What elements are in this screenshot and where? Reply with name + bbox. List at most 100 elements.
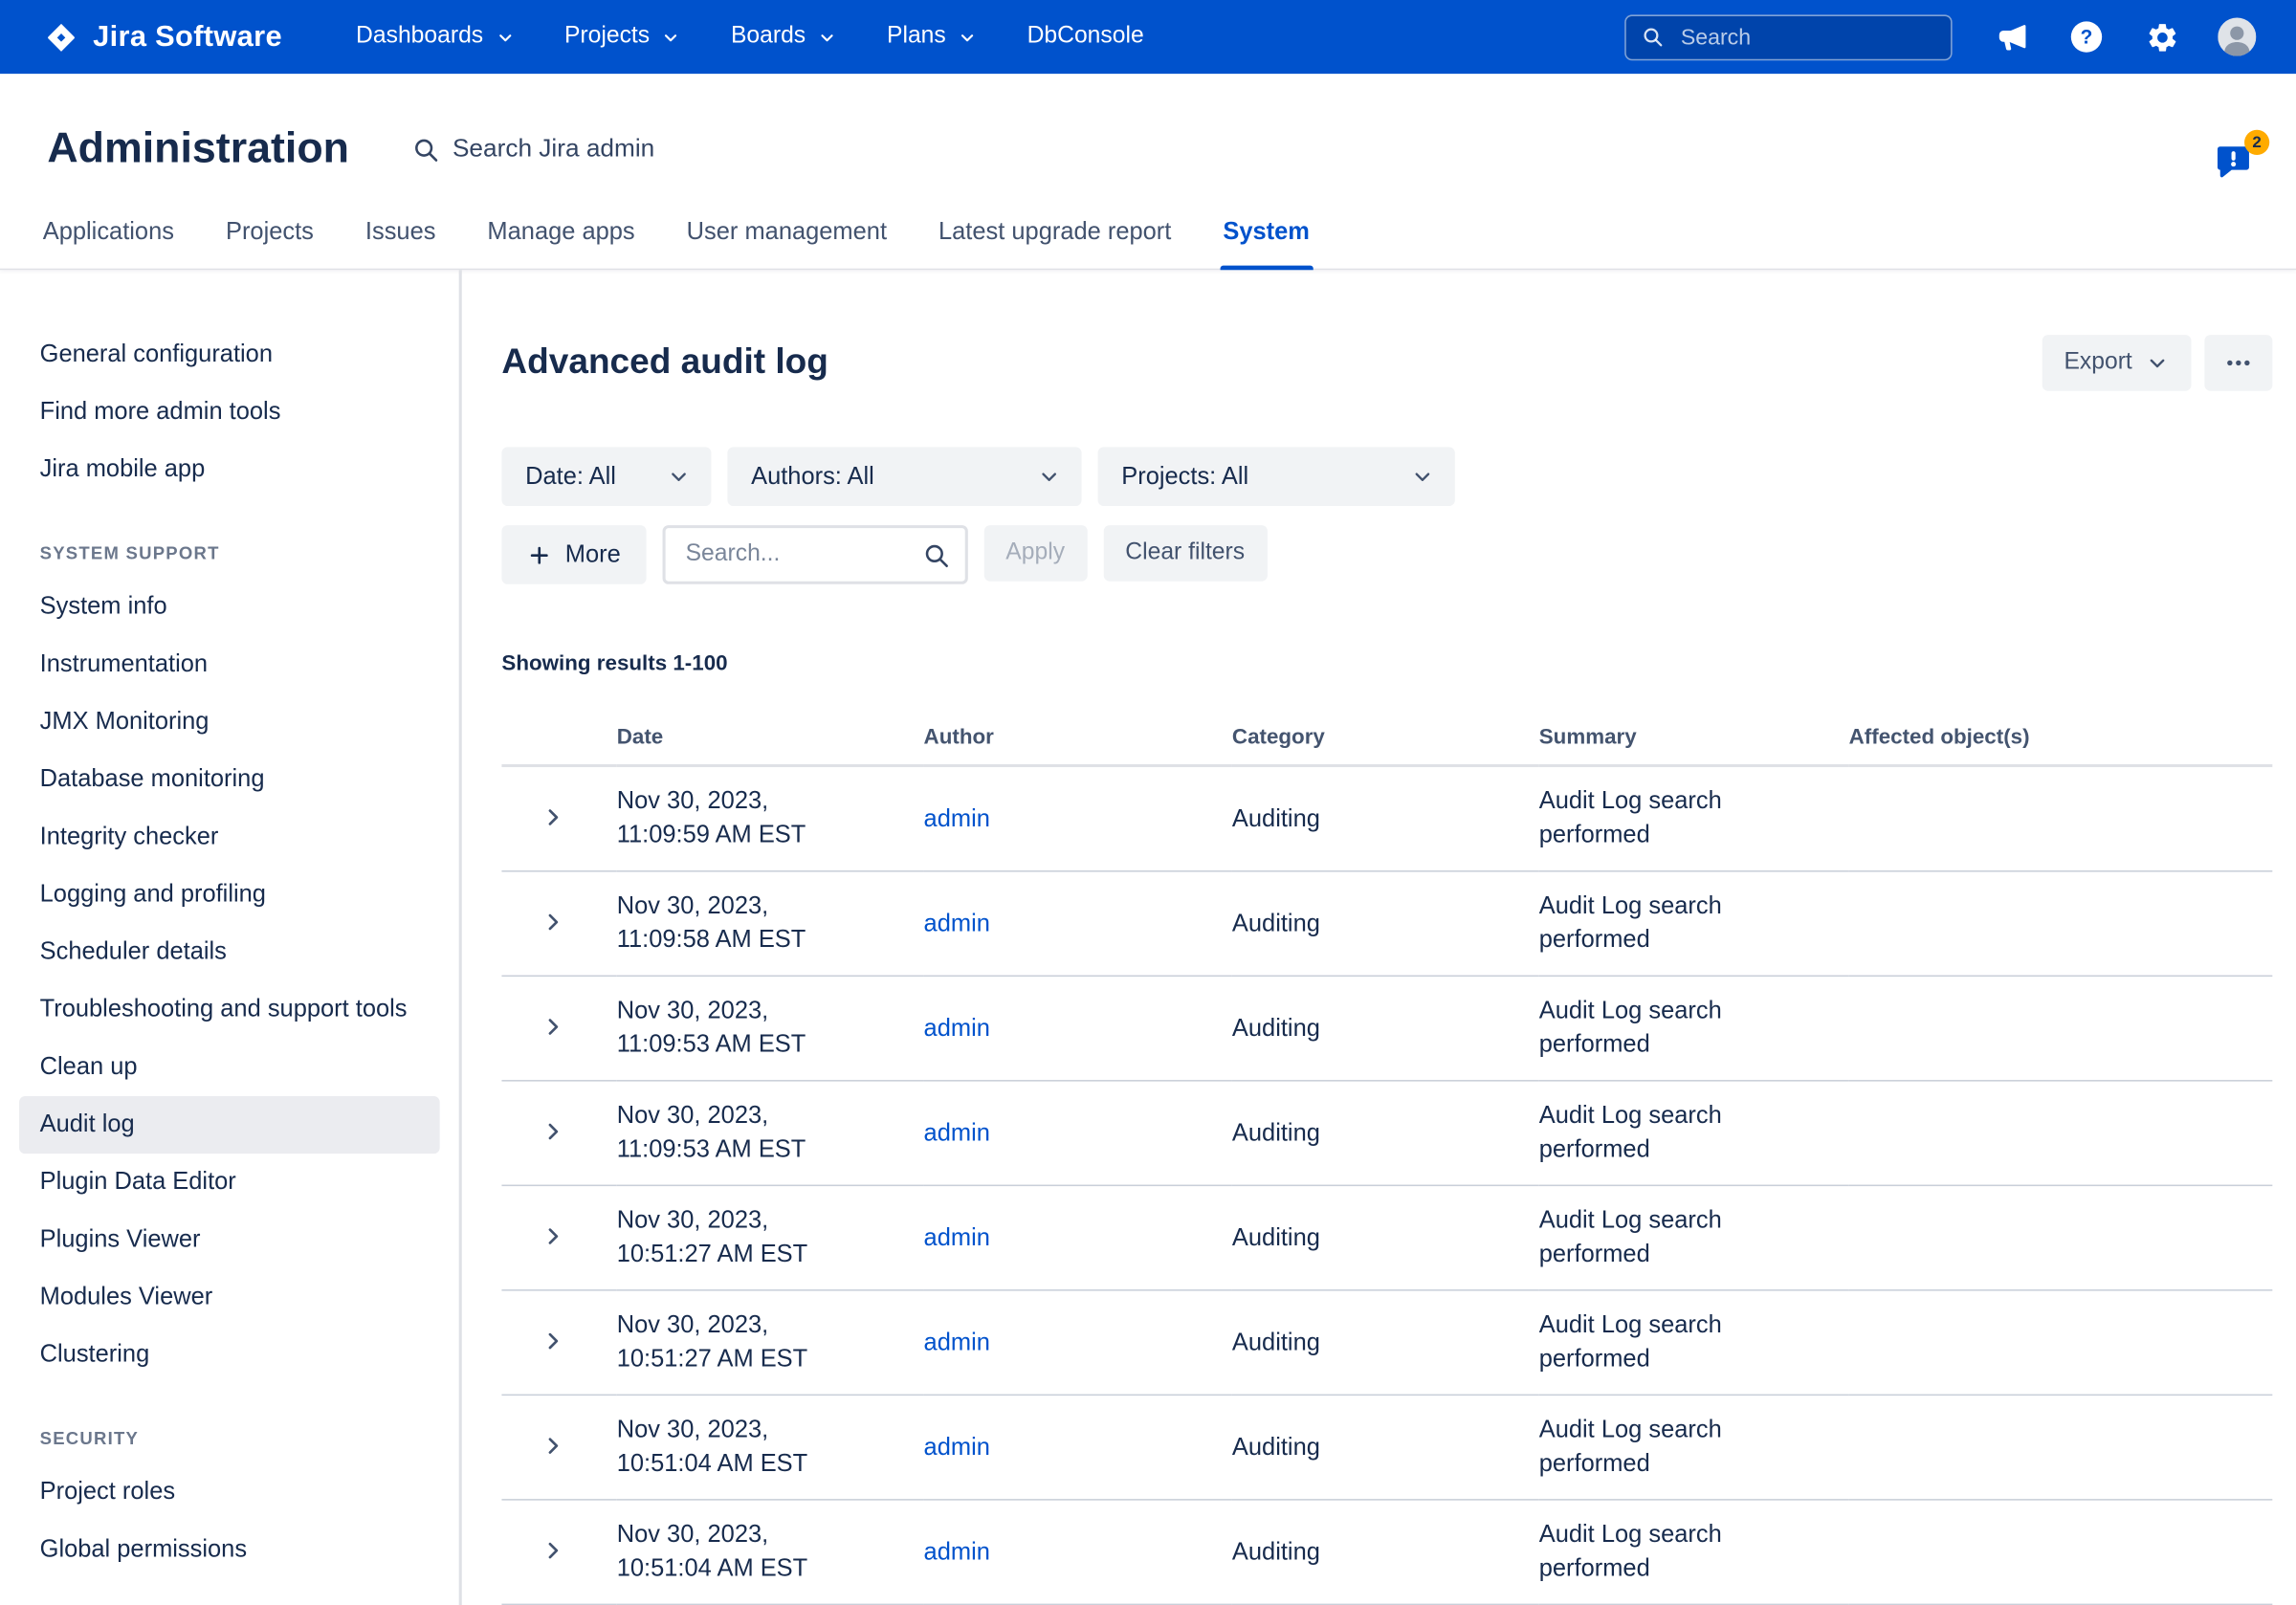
log-category: Auditing xyxy=(1232,1500,1539,1605)
table-row: Nov 30, 2023, 11:09:53 AM EST admin Audi… xyxy=(501,976,2272,1081)
tab-projects[interactable]: Projects xyxy=(223,218,317,268)
log-affected-objects xyxy=(1849,1081,2273,1186)
nav-plans[interactable]: Plans xyxy=(887,24,977,51)
export-button[interactable]: Export xyxy=(2042,335,2191,391)
author-link[interactable]: admin xyxy=(924,804,990,831)
admin-header: Administration Search Jira admin 2 xyxy=(0,74,2296,174)
brand-name: Jira Software xyxy=(93,20,282,54)
apply-button[interactable]: Apply xyxy=(983,525,1087,582)
log-category: Auditing xyxy=(1232,766,1539,871)
expand-row-button[interactable] xyxy=(531,1111,575,1150)
clear-filters-button[interactable]: Clear filters xyxy=(1103,525,1267,582)
chevron-down-icon xyxy=(958,28,977,47)
tab-latest-upgrade-report[interactable]: Latest upgrade report xyxy=(936,218,1175,268)
table-row: Nov 30, 2023, 10:51:04 AM EST admin Audi… xyxy=(501,1500,2272,1605)
nav-dbconsole[interactable]: DbConsole xyxy=(1027,24,1144,51)
audit-search[interactable] xyxy=(662,525,967,584)
chevron-right-icon xyxy=(541,1222,567,1249)
author-link[interactable]: admin xyxy=(924,1119,990,1146)
global-search[interactable] xyxy=(1624,14,1952,60)
sidebar-item-instrumentation[interactable]: Instrumentation xyxy=(19,636,440,693)
log-date: Nov 30, 2023, 11:09:59 AM EST xyxy=(617,785,868,853)
log-category: Auditing xyxy=(1232,1081,1539,1186)
sidebar-item-jmx-monitoring[interactable]: JMX Monitoring xyxy=(19,693,440,751)
audit-search-input[interactable] xyxy=(683,540,914,570)
date-filter[interactable]: Date: All xyxy=(501,447,711,506)
global-search-input[interactable] xyxy=(1678,23,1936,51)
nav-dashboards[interactable]: Dashboards xyxy=(356,24,514,51)
author-link[interactable]: admin xyxy=(924,1329,990,1355)
more-filters-label: More xyxy=(565,540,621,568)
more-options-button[interactable] xyxy=(2204,335,2272,391)
nav-projects[interactable]: Projects xyxy=(564,24,681,51)
search-icon xyxy=(1641,25,1665,49)
page-title: Administration xyxy=(47,124,349,174)
column-summary: Summary xyxy=(1539,717,1849,766)
expand-row-button[interactable] xyxy=(531,1426,575,1464)
sidebar-item-jira-mobile-app[interactable]: Jira mobile app xyxy=(19,441,440,498)
sidebar-item-database-monitoring[interactable]: Database monitoring xyxy=(19,751,440,808)
author-link[interactable]: admin xyxy=(924,1433,990,1460)
sidebar-item-plugins-viewer[interactable]: Plugins Viewer xyxy=(19,1211,440,1268)
expand-row-button[interactable] xyxy=(531,798,575,836)
chevron-down-icon xyxy=(1411,465,1435,489)
jira-brand[interactable]: Jira Software xyxy=(44,20,282,54)
expand-row-button[interactable] xyxy=(531,902,575,940)
nav-boards[interactable]: Boards xyxy=(731,24,837,51)
nav-label: Dashboards xyxy=(356,24,483,51)
content-title: Advanced audit log xyxy=(501,341,828,385)
chevron-down-icon xyxy=(2146,351,2170,375)
projects-filter[interactable]: Projects: All xyxy=(1098,447,1455,506)
sidebar-item-audit-log[interactable]: Audit log xyxy=(19,1096,440,1154)
sidebar-item-modules-viewer[interactable]: Modules Viewer xyxy=(19,1268,440,1326)
tab-applications[interactable]: Applications xyxy=(40,218,177,268)
jira-logo-icon xyxy=(44,20,77,54)
sidebar-item-integrity-checker[interactable]: Integrity checker xyxy=(19,808,440,866)
nav-label: Boards xyxy=(731,24,806,51)
admin-search-label: Search Jira admin xyxy=(453,134,654,164)
sidebar-item-clustering[interactable]: Clustering xyxy=(19,1327,440,1384)
announcement-megaphone-icon[interactable] xyxy=(1991,16,2032,57)
log-category: Auditing xyxy=(1232,976,1539,1081)
tab-issues[interactable]: Issues xyxy=(363,218,439,268)
tab-user-management[interactable]: User management xyxy=(684,218,891,268)
expand-row-button[interactable] xyxy=(531,1530,575,1569)
sidebar-item-clean-up[interactable]: Clean up xyxy=(19,1039,440,1096)
sidebar-item-logging-and-profiling[interactable]: Logging and profiling xyxy=(19,866,440,923)
more-filters-button[interactable]: More xyxy=(501,525,646,584)
expand-row-button[interactable] xyxy=(531,1007,575,1045)
chevron-right-icon xyxy=(541,803,567,830)
expand-row-button[interactable] xyxy=(531,1321,575,1359)
results-summary: Showing results 1-100 xyxy=(501,652,2272,676)
user-avatar[interactable] xyxy=(2217,16,2258,57)
author-link[interactable]: admin xyxy=(924,1014,990,1041)
plus-icon xyxy=(527,542,552,567)
admin-search[interactable]: Search Jira admin xyxy=(411,134,655,164)
sidebar-item-plugin-data-editor[interactable]: Plugin Data Editor xyxy=(19,1154,440,1211)
tab-manage-apps[interactable]: Manage apps xyxy=(484,218,637,268)
settings-gear-icon[interactable] xyxy=(2141,16,2182,57)
sidebar-item-general-configuration[interactable]: General configuration xyxy=(19,326,440,384)
expand-row-button[interactable] xyxy=(531,1217,575,1255)
nav-label: DbConsole xyxy=(1027,24,1144,51)
sidebar-item-project-roles[interactable]: Project roles xyxy=(19,1463,440,1521)
tab-system[interactable]: System xyxy=(1220,218,1313,268)
sidebar-item-scheduler-details[interactable]: Scheduler details xyxy=(19,924,440,981)
table-row: Nov 30, 2023, 11:09:53 AM EST admin Audi… xyxy=(501,1081,2272,1186)
author-link[interactable]: admin xyxy=(924,910,990,936)
chevron-right-icon xyxy=(541,1432,567,1459)
sidebar-item-troubleshooting-support-tools[interactable]: Troubleshooting and support tools xyxy=(19,981,440,1039)
sidebar-item-global-permissions[interactable]: Global permissions xyxy=(19,1521,440,1578)
help-icon[interactable]: ? xyxy=(2065,16,2107,57)
nav-label: Projects xyxy=(564,24,650,51)
author-link[interactable]: admin xyxy=(924,1223,990,1250)
column-author: Author xyxy=(924,717,1232,766)
feedback-button[interactable]: 2 xyxy=(2214,142,2258,186)
author-link[interactable]: admin xyxy=(924,1538,990,1565)
nav-label: Plans xyxy=(887,24,946,51)
authors-filter[interactable]: Authors: All xyxy=(727,447,1081,506)
sidebar-item-find-more-admin-tools[interactable]: Find more admin tools xyxy=(19,384,440,441)
chevron-down-icon xyxy=(1037,465,1061,489)
page: Jira Software Dashboards Projects Boards… xyxy=(0,0,2296,1562)
sidebar-item-system-info[interactable]: System info xyxy=(19,579,440,636)
